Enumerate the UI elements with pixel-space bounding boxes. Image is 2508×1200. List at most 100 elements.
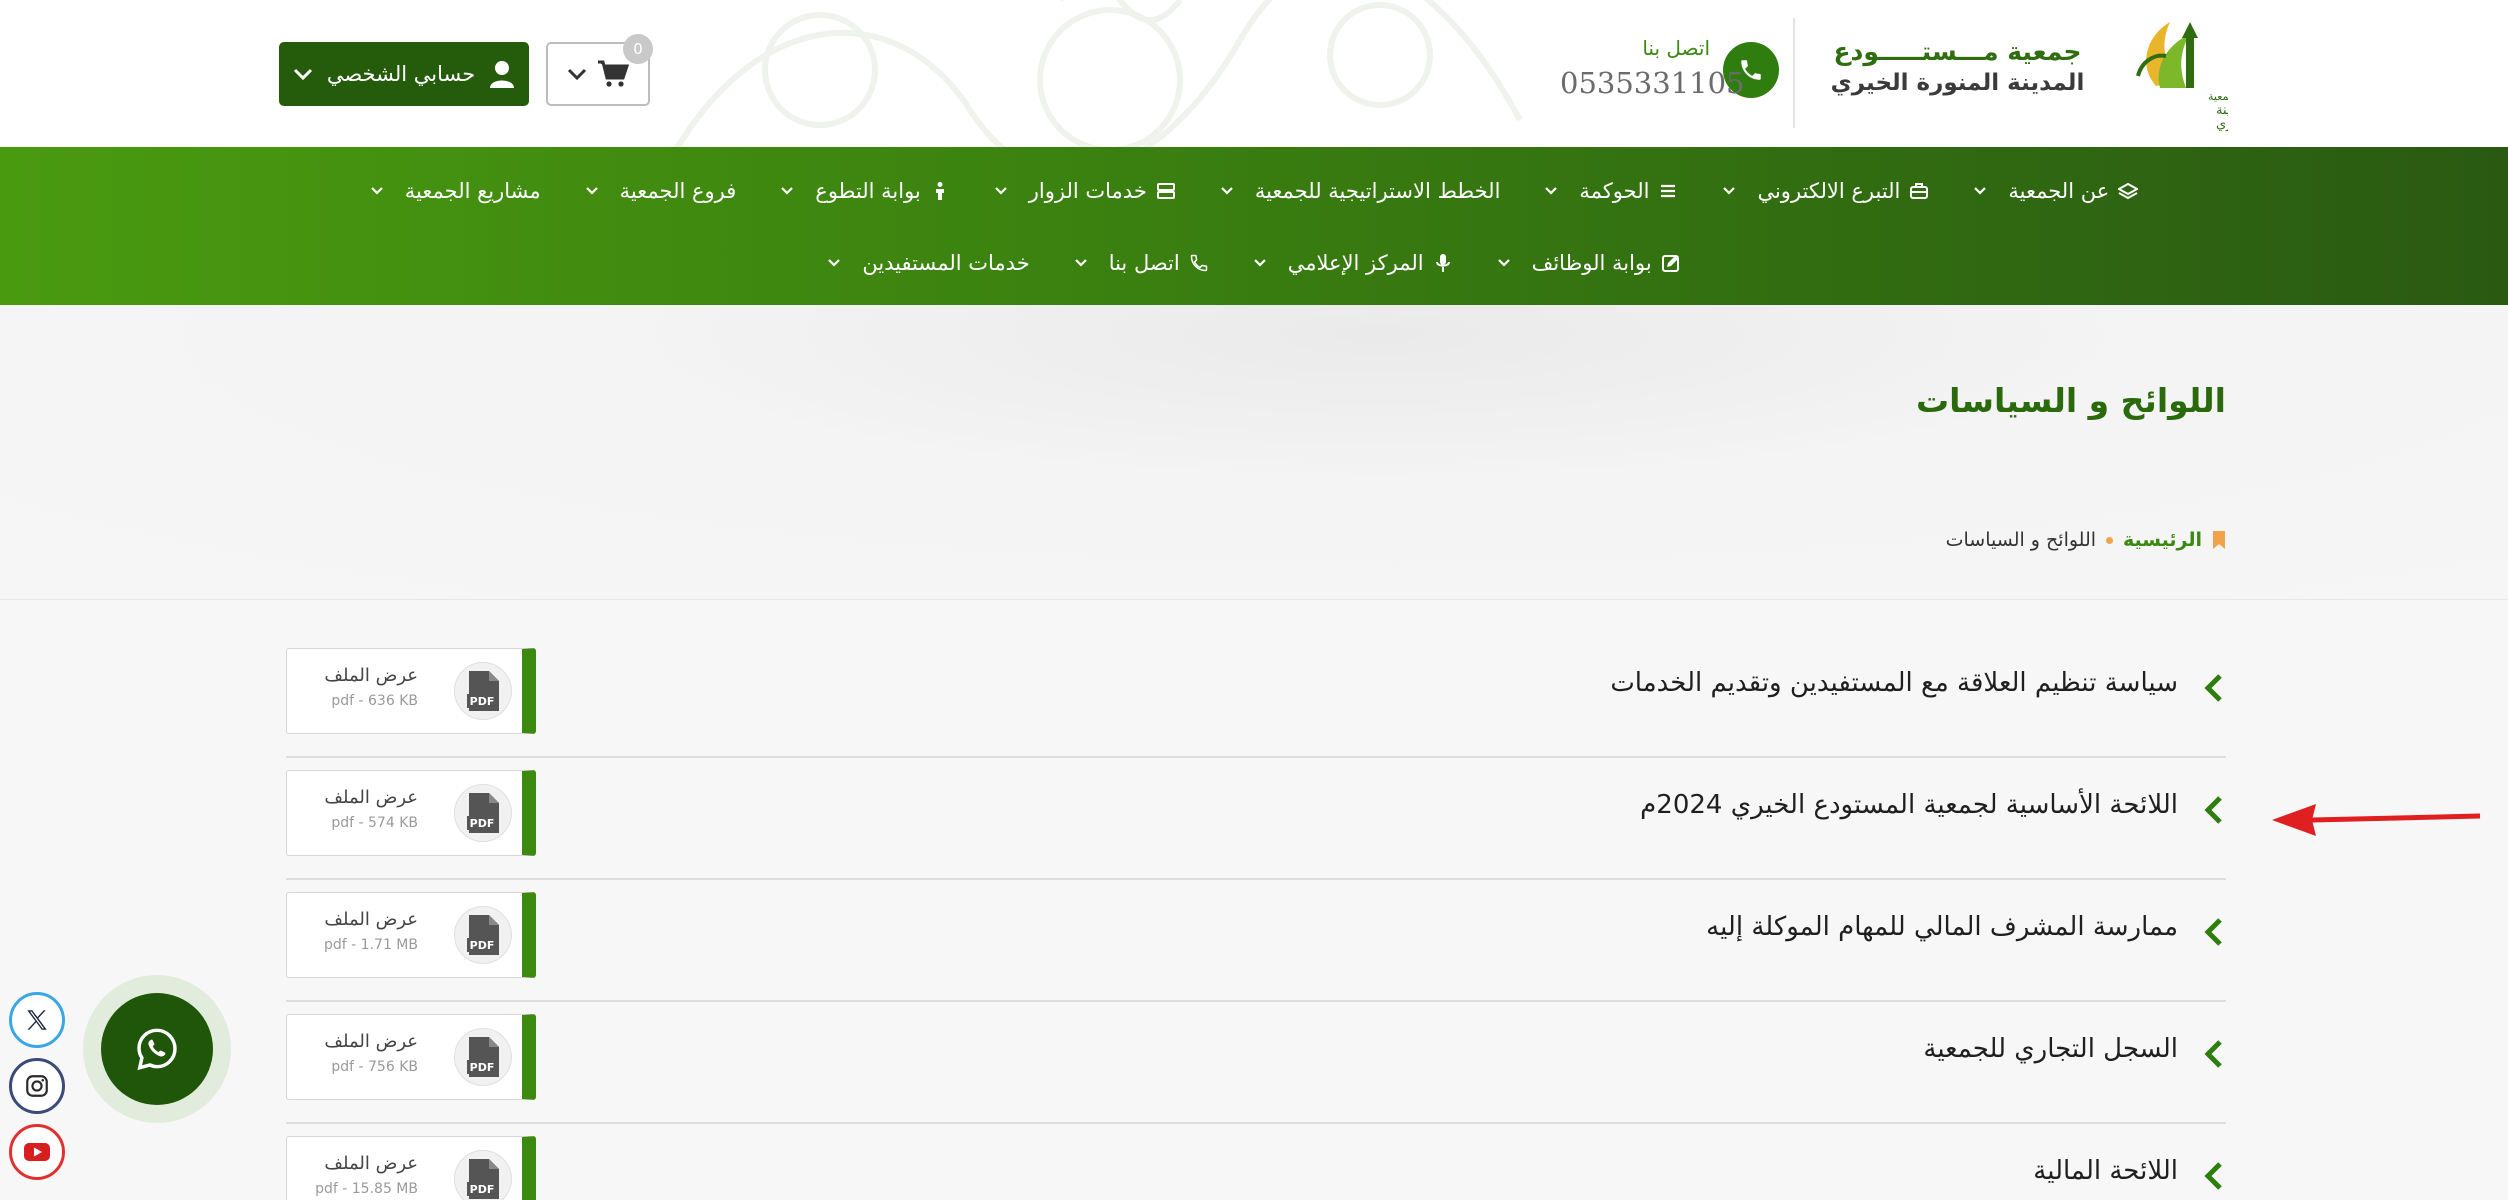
chevron-down-icon [1221,187,1233,195]
nav-item-beneficiary-services[interactable]: خدمات المستفيدين [805,239,1051,287]
page-hero: اللوائح و السياسات الرئيسية اللوائح و ال… [0,305,2508,600]
nav-label: التبرع الالكتروني [1757,179,1901,203]
chevron-left-icon [2204,674,2222,702]
document-title[interactable]: اللائحة المالية [2033,1156,2178,1186]
organization-name: جمعية مـــستـــــودع المدينة المنورة الخ… [1830,36,2085,98]
nav-item-volunteer-portal[interactable]: بوابة التطوع [758,167,971,215]
phone-icon [1190,254,1207,272]
chevron-down-icon [371,187,383,195]
pdf-label: PDF [470,817,495,830]
chevron-left-icon [2204,918,2222,946]
chevron-down-icon [1253,259,1266,267]
logo-line-1: جمعية [2208,90,2228,103]
view-file-label: عرض الملف [324,1153,418,1174]
chevron-down-icon [293,68,312,81]
youtube-link[interactable] [9,1124,65,1180]
contact-label: اتصل بنا [1642,36,1710,60]
file-meta: pdf - 756 KB [331,1059,418,1075]
documents-list: سياسة تنظيم العلاقة مع المستفيدين وتقديم… [286,636,2226,1200]
nav-label: عن الجمعية [2008,179,2110,203]
organization-logo[interactable]: جمعية مستودع المدينة المنورة الخيري [2098,16,2228,132]
chevron-down-icon [781,187,794,195]
header-divider [1793,18,1795,128]
nav-item-jobs-portal[interactable]: بوابة الوظائف [1475,239,1703,287]
my-account-button[interactable]: حسابي الشخصي [279,42,529,106]
briefcase-icon [1910,183,1929,199]
edit-icon [1661,255,1679,272]
breadcrumb-home-link[interactable]: الرئيسية [2123,529,2202,551]
document-title[interactable]: السجل التجاري للجمعية [1923,1034,2178,1064]
document-row[interactable]: اللائحة الأساسية لجمعية المستودع الخيري … [286,758,2226,880]
org-name-line1: جمعية مـــستـــــودع [1833,37,2082,66]
chevron-down-icon [567,68,587,81]
view-file-label: عرض الملف [324,909,418,930]
nav-item-media-center[interactable]: المركز الإعلامي [1231,239,1475,287]
youtube-icon [24,1143,50,1161]
document-row[interactable]: السجل التجاري للجمعية PDF عرض الملف pdf … [286,1002,2226,1124]
x-logo-icon [27,1010,47,1030]
pdf-file-icon: PDF [454,784,512,842]
nav-label: بوابة التطوع [815,179,921,203]
instagram-link[interactable] [9,1058,65,1114]
view-file-button[interactable]: PDF عرض الملف pdf - 636 KB [286,648,536,734]
nav-item-branches[interactable]: فروع الجمعية [563,167,759,215]
decorative-ornament [674,0,1523,147]
nav-label: خدمات المستفيدين [862,251,1030,275]
nav-item-governance[interactable]: الحوكمة [1522,167,1700,215]
chevron-down-icon [1545,187,1558,195]
document-row[interactable]: اللائحة المالية PDF عرض الملف pdf - 15.8… [286,1124,2226,1200]
pdf-label: PDF [470,939,495,952]
my-account-label: حسابي الشخصي [326,62,476,86]
document-row[interactable]: سياسة تنظيم العلاقة مع المستفيدين وتقديم… [286,636,2226,758]
nav-row-2: بوابة الوظائف المركز الإعلامي اتصل بنا خ… [0,239,2508,287]
breadcrumb-separator [2106,536,2114,544]
nav-label: بوابة الوظائف [1531,251,1652,275]
view-file-button[interactable]: PDF عرض الملف pdf - 756 KB [286,1014,536,1100]
breadcrumb: الرئيسية اللوائح و السياسات [1946,529,2226,551]
page-title: اللوائح و السياسات [1916,381,2226,420]
view-file-button[interactable]: PDF عرض الملف pdf - 574 KB [286,770,536,856]
nav-label: الحوكمة [1579,179,1650,203]
document-row[interactable]: ممارسة المشرف المالي للمهام الموكلة إليه… [286,880,2226,1002]
pdf-label: PDF [470,1183,495,1196]
nav-item-contact[interactable]: اتصل بنا [1052,239,1231,287]
bookmark-icon [2213,531,2225,549]
chevron-left-icon [2204,1040,2222,1068]
file-meta: pdf - 15.85 MB [315,1181,418,1197]
org-name-line2: المدينة المنورة الخيري [1830,69,2085,96]
whatsapp-button[interactable] [101,993,213,1105]
twitter-x-link[interactable] [9,992,65,1048]
contact-phone-number[interactable]: 0535331105 [1560,66,1745,100]
pdf-file-icon: PDF [454,1028,512,1086]
view-file-label: عرض الملف [324,787,418,808]
document-title[interactable]: اللائحة الأساسية لجمعية المستودع الخيري … [1640,790,2178,820]
microphone-icon [1435,254,1450,272]
pdf-file-icon: PDF [454,662,512,720]
nav-item-donation[interactable]: التبرع الالكتروني [1700,167,1951,215]
pdf-document-icon: PDF [467,1159,499,1199]
pdf-label: PDF [470,695,495,708]
pdf-document-icon: PDF [467,915,499,955]
document-title[interactable]: سياسة تنظيم العلاقة مع المستفيدين وتقديم… [1610,668,2178,698]
nav-label: فروع الجمعية [619,179,737,203]
view-file-button[interactable]: PDF عرض الملف pdf - 15.85 MB [286,1136,536,1200]
document-title[interactable]: ممارسة المشرف المالي للمهام الموكلة إليه [1706,912,2178,942]
nav-item-strategic-plans[interactable]: الخطط الاستراتيجية للجمعية [1198,167,1523,215]
nav-item-projects[interactable]: مشاريع الجمعية [348,167,563,215]
file-meta: pdf - 574 KB [331,815,418,831]
nav-label: خدمات الزوار [1028,179,1147,203]
file-meta: pdf - 636 KB [331,693,418,709]
nav-item-about[interactable]: عن الجمعية [1951,167,2160,215]
chevron-down-icon [1497,259,1510,267]
view-file-label: عرض الملف [324,665,418,686]
server-icon [1156,183,1175,199]
red-annotation-arrow [2272,804,2480,836]
nav-label: اتصل بنا [1108,251,1180,275]
pdf-label: PDF [470,1061,495,1074]
chevron-down-icon [585,187,598,195]
nav-label: الخطط الاستراتيجية للجمعية [1254,179,1501,203]
user-icon [490,61,515,88]
nav-item-visitor-services[interactable]: خدمات الزوار [972,167,1198,215]
pdf-document-icon: PDF [467,793,499,833]
view-file-button[interactable]: PDF عرض الملف pdf - 1.71 MB [286,892,536,978]
